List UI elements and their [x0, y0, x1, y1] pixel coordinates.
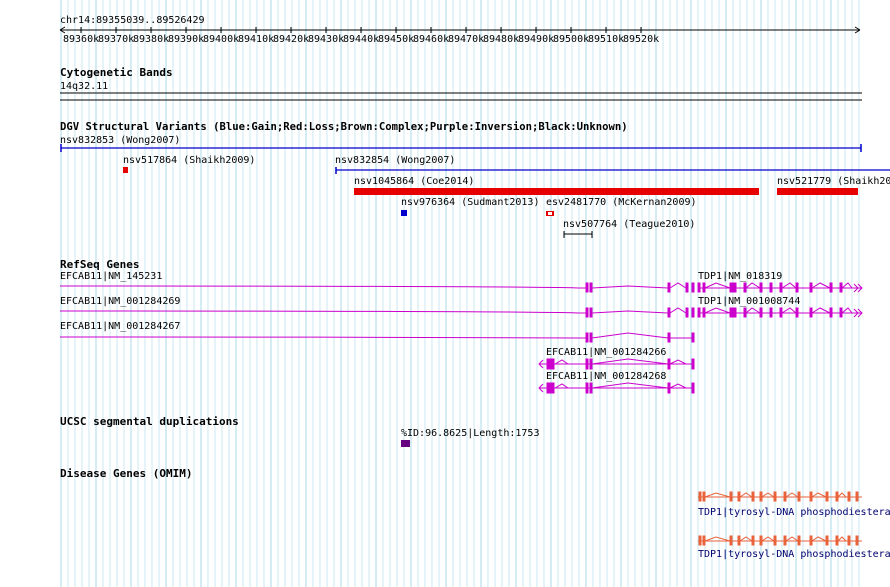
gene-efcab11-nm001284269[interactable] — [59, 307, 695, 318]
dgv-label-nsv517864[interactable]: nsv517864 (Shaikh2009) — [123, 155, 255, 166]
dgv-feature-nsv832854[interactable] — [335, 167, 890, 174]
ruler-tick-label: 89480k — [483, 34, 520, 45]
gene-label-efcab11-nm001284267[interactable]: EFCAB11|NM_001284267 — [60, 321, 180, 332]
gene-label-efcab11-nm001284269[interactable]: EFCAB11|NM_001284269 — [60, 296, 180, 307]
dgv-feature-nsv517864[interactable] — [123, 167, 128, 173]
ruler-tick-label: 89510k — [588, 34, 625, 45]
segdup-feature[interactable] — [401, 440, 410, 447]
dgv-label-nsv507764[interactable]: nsv507764 (Teague2010) — [563, 219, 695, 230]
cytoband-track-title: Cytogenetic Bands — [60, 66, 173, 79]
ruler — [59, 26, 861, 34]
ruler-tick-label: 89440k — [343, 34, 380, 45]
gene-efcab11-nm001284267[interactable] — [59, 332, 695, 343]
ruler-tick-label: 89470k — [448, 34, 485, 45]
ruler-tick-label: 89450k — [378, 34, 415, 45]
cytoband-track — [60, 92, 862, 101]
omim-track-title: Disease Genes (OMIM) — [60, 467, 193, 480]
ruler-tick-label: 89400k — [203, 34, 240, 45]
ruler-tick-label: 89380k — [133, 34, 170, 45]
gene-label-efcab11-nm001284266[interactable]: EFCAB11|NM_001284266 — [546, 347, 666, 358]
ruler-tick-label: 89410k — [238, 34, 275, 45]
ruler-tick-label: 89520k — [623, 34, 660, 45]
gene-label-efcab11-nm001284268[interactable]: EFCAB11|NM_001284268 — [546, 371, 666, 382]
omim-feature-2[interactable] — [698, 535, 862, 546]
dgv-label-nsv521779[interactable]: nsv521779 (Shaikh2009) — [777, 176, 890, 187]
dgv-label-nsv1045864[interactable]: nsv1045864 (Coe2014) — [354, 176, 474, 187]
ruler-tick-label: 89370k — [98, 34, 135, 45]
gene-efcab11-nm001284266[interactable] — [538, 358, 695, 370]
omim-label-1[interactable]: TDP1|tyrosyl-DNA phosphodiesterase 1 — [698, 507, 890, 518]
gene-label-tdp1-nm018319[interactable]: TDP1|NM_018319 — [698, 271, 782, 282]
ruler-tick-label: 89490k — [518, 34, 555, 45]
gene-tdp1-nm001008744[interactable] — [697, 307, 863, 318]
ruler-tick-label: 89420k — [273, 34, 310, 45]
omim-feature-1[interactable] — [698, 491, 862, 502]
gene-efcab11-nm001284268[interactable] — [538, 382, 695, 394]
dgv-feature-nsv832853[interactable] — [60, 144, 862, 152]
ruler-tick-label: 89360k — [63, 34, 100, 45]
segdup-label[interactable]: %ID:96.8625|Length:1753 — [401, 428, 539, 439]
dgv-feature-nsv507764[interactable] — [563, 231, 593, 238]
track-canvas — [59, 26, 890, 546]
ruler-tick-label: 89500k — [553, 34, 590, 45]
cytoband-label[interactable]: 14q32.11 — [60, 81, 108, 92]
gene-efcab11-nm145231[interactable] — [59, 282, 695, 293]
omim-label-2[interactable]: TDP1|tyrosyl-DNA phosphodiesterase 1 — [698, 549, 890, 560]
dgv-feature-nsv1045864[interactable] — [354, 188, 759, 195]
ruler-tick-label: 89390k — [168, 34, 205, 45]
gene-label-tdp1-nm001008744[interactable]: TDP1|NM_001008744 — [698, 296, 800, 307]
segdup-track-title: UCSC segmental duplications — [60, 415, 239, 428]
ruler-tick-label: 89430k — [308, 34, 345, 45]
refseq-track-title: RefSeq Genes — [60, 258, 140, 271]
dgv-label-nsv976364[interactable]: nsv976364 (Sudmant2013) — [401, 197, 539, 208]
dgv-label-nsv832854[interactable]: nsv832854 (Wong2007) — [335, 155, 455, 166]
ruler-coordinates: chr14:89355039..89526429 — [60, 15, 205, 26]
dgv-label-esv2481770[interactable]: esv2481770 (McKernan2009) — [546, 197, 697, 208]
gene-label-efcab11-nm145231[interactable]: EFCAB11|NM_145231 — [60, 271, 162, 282]
dgv-feature-nsv521779[interactable] — [777, 188, 858, 195]
dgv-feature-nsv976364[interactable] — [401, 210, 407, 216]
dgv-label-nsv832853[interactable]: nsv832853 (Wong2007) — [60, 135, 180, 146]
dgv-track-title: DGV Structural Variants (Blue:Gain;Red:L… — [60, 121, 628, 133]
dgv-feature-esv2481770[interactable] — [546, 211, 554, 216]
gene-tdp1-nm018319[interactable] — [697, 282, 863, 293]
ruler-tick-label: 89460k — [413, 34, 450, 45]
